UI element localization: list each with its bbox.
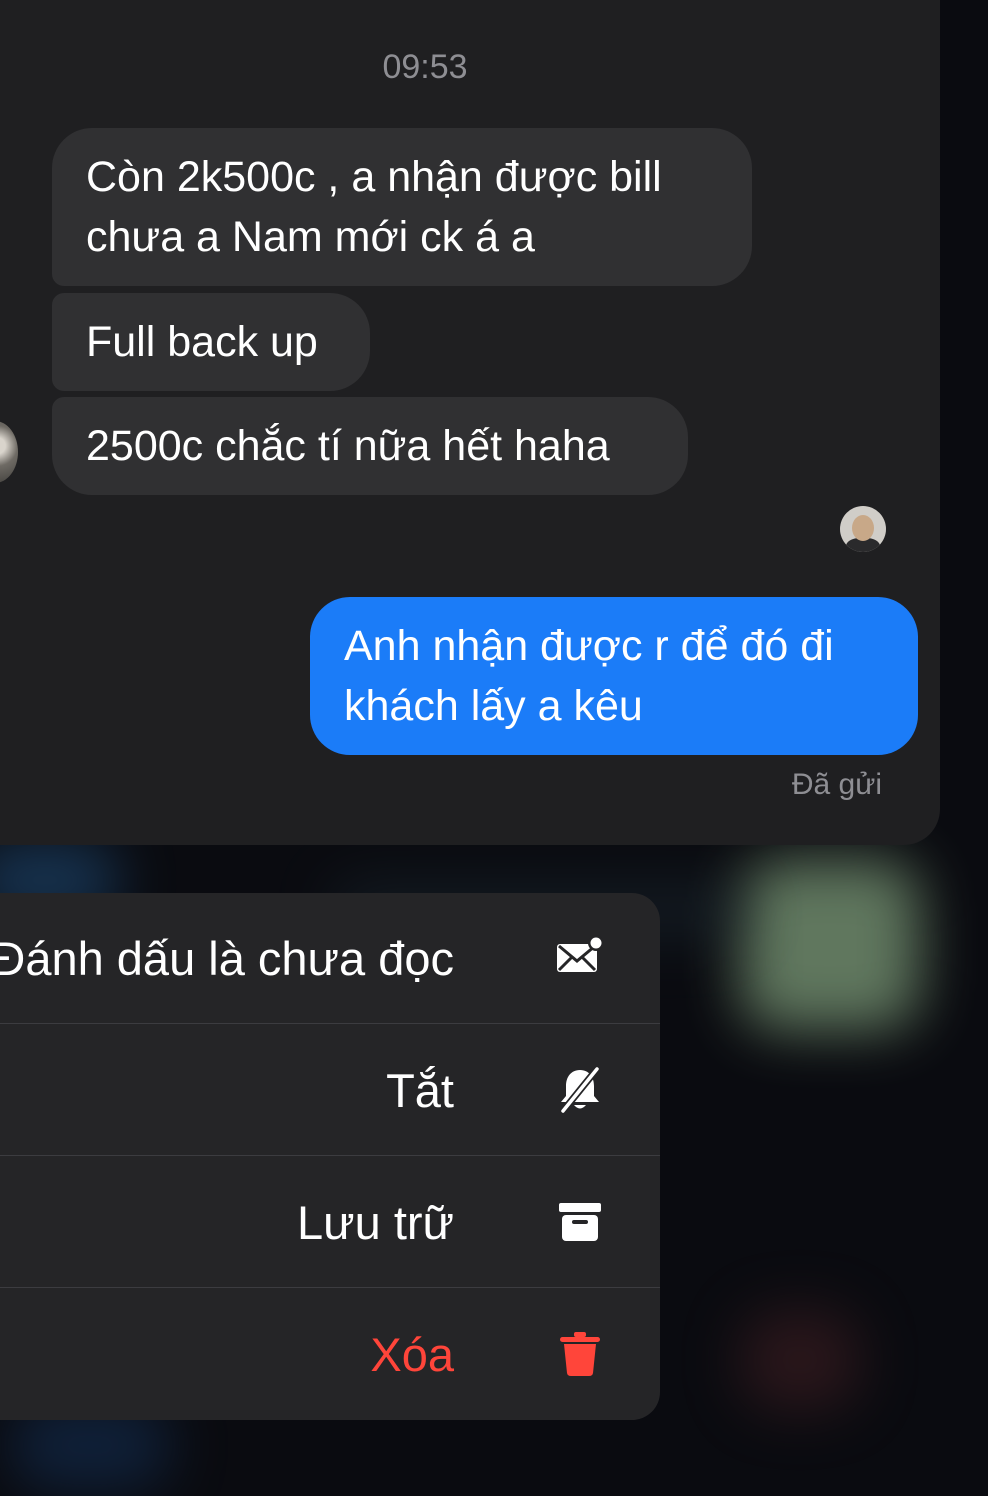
- conversation-preview[interactable]: 09:53 Còn 2k500c , a nhận được bill chưa…: [0, 0, 940, 845]
- incoming-message-bubble[interactable]: Full back up: [52, 293, 370, 391]
- envelope-badge-icon: [557, 935, 604, 972]
- bell-slash-icon: [560, 1066, 600, 1114]
- menu-item-label: Tắt: [386, 1064, 454, 1117]
- background-blur: [740, 1310, 860, 1410]
- context-menu: Đánh dấu là chưa đọc Tắt Lưu trữ Xóa: [0, 893, 660, 1420]
- incoming-message-bubble[interactable]: Còn 2k500c , a nhận được bill chưa a Nam…: [52, 128, 752, 286]
- menu-item-mark-unread[interactable]: Đánh dấu là chưa đọc: [0, 893, 660, 1024]
- menu-item-label: Đánh dấu là chưa đọc: [0, 932, 454, 985]
- sender-avatar: [0, 421, 18, 483]
- background-app-icon-blur: [740, 860, 920, 1030]
- menu-item-mute[interactable]: Tắt: [0, 1025, 660, 1156]
- menu-item-delete[interactable]: Xóa: [0, 1289, 660, 1420]
- delivery-status: Đã gửi: [791, 768, 882, 801]
- incoming-message-bubble[interactable]: 2500c chắc tí nữa hết haha: [52, 397, 688, 495]
- trash-icon: [560, 1332, 600, 1376]
- outgoing-message-bubble[interactable]: Anh nhận được r để đó đi khách lấy a kêu: [310, 597, 918, 755]
- message-timestamp: 09:53: [382, 48, 468, 86]
- seen-by-avatar: [840, 506, 886, 552]
- archive-box-icon: [559, 1203, 601, 1241]
- menu-item-label: Xóa: [370, 1328, 454, 1381]
- menu-item-label: Lưu trữ: [297, 1196, 454, 1249]
- menu-item-archive[interactable]: Lưu trữ: [0, 1157, 660, 1288]
